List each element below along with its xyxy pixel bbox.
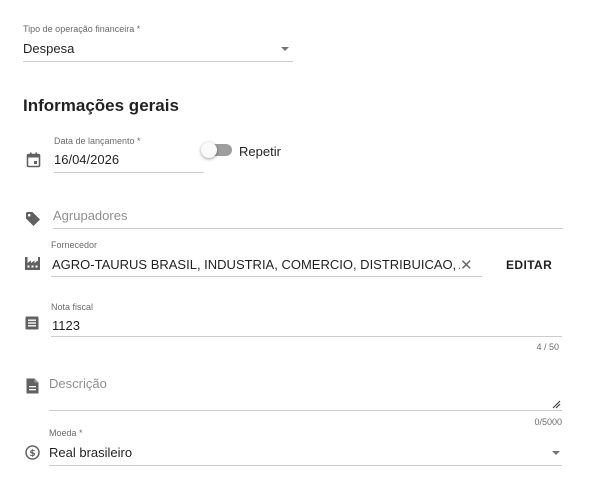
repeat-label: Repetir	[239, 144, 281, 159]
supplier-underline	[51, 276, 482, 277]
description-textarea[interactable]: Descrição 0/5000	[49, 372, 562, 432]
repeat-toggle-thumb	[201, 142, 217, 158]
currency-select[interactable]: Moeda * Real brasileiro	[49, 426, 562, 466]
operation-type-select[interactable]: Tipo de operação financeira * Despesa	[23, 22, 293, 62]
description-underline	[49, 410, 562, 411]
currency-label: Moeda *	[49, 428, 83, 438]
invoice-counter: 4 / 50	[536, 342, 559, 352]
launch-date-label: Data de lançamento *	[54, 136, 141, 146]
clear-icon[interactable]: ✕	[460, 258, 473, 273]
supplier-field[interactable]: Fornecedor AGRO-TAURUS BRASIL, INDUSTRIA…	[51, 238, 482, 278]
groupers-placeholder: Agrupadores	[53, 208, 128, 223]
invoice-field[interactable]: Nota fiscal 1123 4 / 50	[51, 300, 562, 356]
section-title: Informações gerais	[23, 96, 179, 115]
currency-value: Real brasileiro	[49, 445, 133, 460]
list-icon	[25, 316, 39, 330]
repeat-toggle[interactable]: Repetir	[201, 141, 291, 161]
svg-text:$: $	[29, 449, 35, 459]
supplier-label: Fornecedor	[51, 240, 98, 250]
chevron-down-icon	[552, 451, 560, 455]
description-placeholder: Descrição	[49, 376, 107, 391]
operation-type-label: Tipo de operação financeira *	[23, 24, 141, 34]
invoice-value: 1123	[52, 318, 80, 333]
document-icon	[25, 378, 40, 394]
invoice-underline	[51, 336, 562, 337]
operation-type-underline	[23, 61, 293, 62]
groupers-underline	[53, 228, 563, 229]
calendar-icon[interactable]	[26, 152, 41, 168]
operation-type-value: Despesa	[23, 41, 75, 56]
launch-date-underline	[54, 172, 204, 173]
edit-supplier-button[interactable]: EDITAR	[506, 258, 552, 272]
launch-date-field[interactable]: Data de lançamento * 16/04/2026	[54, 134, 204, 174]
groupers-field[interactable]: Agrupadores	[53, 204, 563, 230]
invoice-label: Nota fiscal	[51, 302, 94, 312]
chevron-down-icon	[281, 47, 289, 51]
factory-icon	[24, 256, 41, 271]
tag-icon	[25, 211, 41, 227]
dollar-circle-icon: $	[25, 445, 40, 460]
supplier-value: AGRO-TAURUS BRASIL, INDUSTRIA, COMERCIO,…	[52, 257, 460, 272]
launch-date-value: 16/04/2026	[54, 152, 120, 167]
resize-handle-icon[interactable]	[552, 396, 561, 414]
currency-underline	[49, 465, 562, 466]
